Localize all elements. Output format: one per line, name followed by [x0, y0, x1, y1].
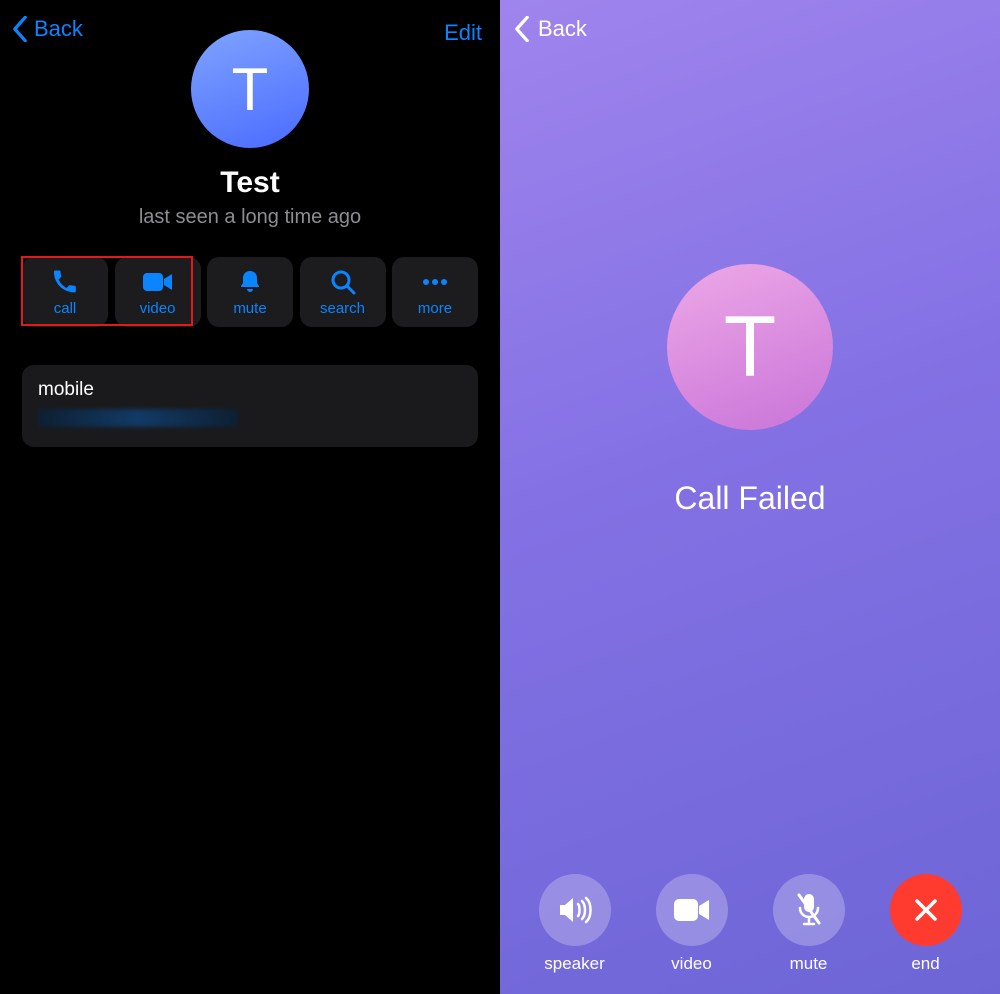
video-icon	[656, 874, 728, 946]
contact-avatar[interactable]: T	[191, 30, 309, 148]
call-button[interactable]: call	[22, 257, 108, 327]
bell-icon	[238, 268, 262, 296]
mute-button[interactable]: mute	[207, 257, 293, 327]
back-button[interactable]: Back	[12, 16, 83, 42]
last-seen-status: last seen a long time ago	[0, 206, 500, 229]
mobile-label: mobile	[38, 379, 462, 401]
back-label: Back	[34, 16, 83, 42]
call-label: call	[54, 300, 77, 317]
speaker-button[interactable]: speaker	[539, 874, 611, 974]
video-label: video	[671, 954, 712, 974]
search-button[interactable]: search	[300, 257, 386, 327]
back-button[interactable]: Back	[514, 16, 587, 42]
avatar-letter: T	[724, 298, 777, 397]
video-label: video	[140, 300, 176, 317]
search-icon	[330, 268, 356, 296]
contact-name: Test	[0, 166, 500, 200]
contact-profile-screen: Back Edit T Test last seen a long time a…	[0, 0, 500, 994]
more-button[interactable]: more	[392, 257, 478, 327]
mute-label: mute	[790, 954, 828, 974]
more-icon	[421, 268, 449, 296]
mic-off-icon	[773, 874, 845, 946]
call-controls: speaker video mute end	[500, 874, 1000, 974]
video-button[interactable]: video	[656, 874, 728, 974]
avatar-letter: T	[232, 55, 269, 124]
phone-icon	[51, 268, 79, 296]
video-icon	[143, 268, 173, 296]
end-call-button[interactable]: end	[890, 874, 962, 974]
call-avatar: T	[667, 264, 833, 430]
close-icon	[890, 874, 962, 946]
mute-label: mute	[233, 300, 266, 317]
mobile-info-card[interactable]: mobile	[22, 365, 478, 447]
edit-button[interactable]: Edit	[444, 20, 482, 46]
end-label: end	[911, 954, 939, 974]
speaker-label: speaker	[544, 954, 604, 974]
chevron-left-icon	[12, 16, 28, 42]
speaker-icon	[539, 874, 611, 946]
search-label: search	[320, 300, 365, 317]
more-label: more	[418, 300, 452, 317]
call-status: Call Failed	[674, 480, 825, 517]
mute-call-button[interactable]: mute	[773, 874, 845, 974]
call-screen: Back T Call Failed speaker video mute	[500, 0, 1000, 994]
video-button[interactable]: video	[115, 257, 201, 327]
mobile-number-redacted	[38, 409, 238, 427]
action-row: call video mute search more	[0, 257, 500, 327]
back-label: Back	[538, 16, 587, 42]
chevron-left-icon	[514, 16, 530, 42]
